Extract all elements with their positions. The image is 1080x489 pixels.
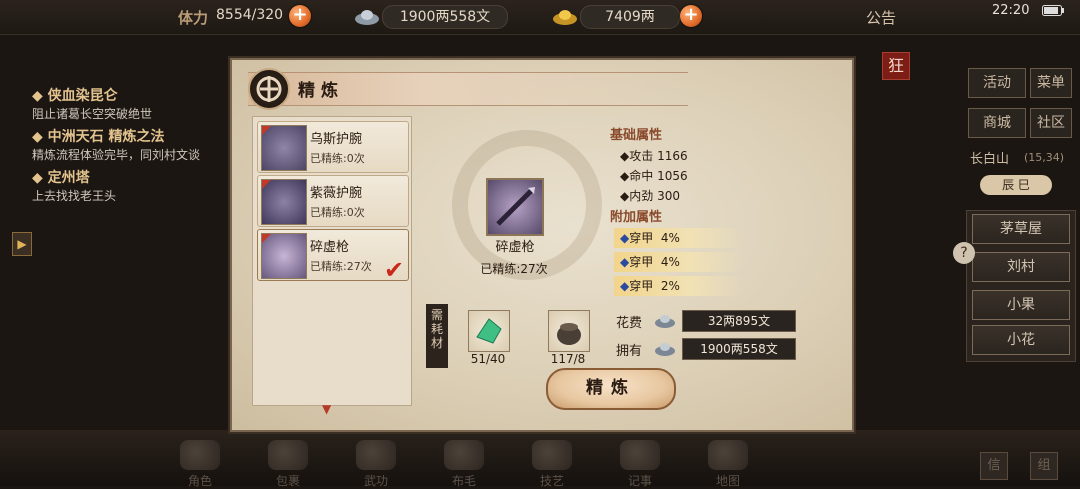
npc-item[interactable]: 刘村: [972, 252, 1070, 282]
quest-item[interactable]: ◆ 定州塔 上去找找老王头: [32, 168, 222, 205]
item-name: 紫薇护腕: [310, 186, 363, 201]
shop-button[interactable]: 商城: [968, 108, 1026, 138]
announcement-button[interactable]: 公告: [866, 7, 896, 28]
base-attr-row: ◆内劲 300: [620, 189, 680, 203]
letter-button[interactable]: 信: [980, 452, 1008, 480]
item-card[interactable]: 紫薇护腕 已精练:0次: [257, 175, 409, 227]
community-button[interactable]: 社区: [1030, 108, 1072, 138]
own-label: 拥有: [616, 344, 643, 359]
nav-craft[interactable]: 技艺: [522, 440, 582, 489]
silver-ingot-icon: [655, 343, 675, 356]
nav-bag[interactable]: 包裹: [258, 440, 318, 489]
base-attr-title: 基础属性: [610, 128, 663, 143]
item-card[interactable]: 乌斯护腕 已精练:0次: [257, 121, 409, 173]
nav-skills[interactable]: 武功: [346, 440, 406, 489]
gold-amount: 7409两: [580, 5, 680, 29]
material-count: 51/40: [470, 352, 506, 366]
npc-item[interactable]: 小果: [972, 290, 1070, 320]
extra-attr-title: 附加属性: [610, 210, 663, 225]
taiji-icon: [444, 440, 484, 470]
extra-attr-row: ◆穿甲 2%: [614, 276, 742, 296]
battery-icon: [1042, 5, 1064, 16]
nav-map[interactable]: 地图: [698, 440, 758, 489]
selected-item-refine-count: 已精练:27次: [480, 262, 548, 276]
quest-desc: 阻止诸葛长空突破绝世: [32, 107, 153, 121]
material-count: 117/8: [550, 352, 586, 366]
wrist-guard-icon: [261, 125, 307, 171]
quest-item[interactable]: ◆ 侠血染昆仑 阻止诸葛长空突破绝世: [32, 86, 222, 123]
quest-title: ◆ 侠血染昆仑: [32, 88, 118, 104]
material-tag: 需耗材: [426, 304, 448, 368]
own-value: 1900两558文: [682, 338, 796, 360]
extra-attr-row: ◆穿甲 4%: [614, 252, 742, 272]
quest-desc: 精炼流程体验完毕，同刘村文谈: [32, 148, 201, 162]
add-stamina-button[interactable]: +: [289, 5, 311, 27]
quest-item[interactable]: ◆ 中洲天石 精炼之法 精炼流程体验完毕，同刘村文谈: [32, 127, 222, 164]
top-bar: 体力 8554/320 + 1900两558文 7409两 + 公告 22:20: [0, 0, 1080, 35]
time-of-day: 辰 巳: [980, 175, 1052, 195]
stamina-label: 体力: [178, 9, 209, 27]
refine-emblem-icon: [248, 68, 290, 110]
base-attr-row: ◆命中 1056: [620, 169, 688, 183]
refine-dialog: 精炼 乌斯护腕 已精练:0次 紫薇护腕 已精练:0次 碎虚枪 已精练:27次 ✔…: [228, 56, 856, 434]
gold-ingot-icon: [553, 10, 577, 25]
team-button[interactable]: 组: [1030, 452, 1058, 480]
nav-role[interactable]: 角色: [170, 440, 230, 489]
item-refine-count: 已精练:0次: [310, 152, 365, 165]
nav-journal[interactable]: 记事: [610, 440, 670, 489]
clock: 22:20: [992, 3, 1030, 18]
journal-icon: [620, 440, 660, 470]
quest-title: ◆ 中洲天石 精炼之法: [32, 129, 165, 145]
selected-spear-icon: [486, 178, 544, 236]
green-jade-icon[interactable]: [468, 310, 510, 352]
extra-attr-list: ◆穿甲 4% ◆穿甲 4% ◆穿甲 2%: [614, 228, 742, 296]
silver-ingot-icon: [655, 315, 675, 328]
add-gold-button[interactable]: +: [680, 5, 702, 27]
item-name: 碎虚枪: [310, 240, 350, 255]
spear-icon: [261, 233, 307, 279]
help-icon[interactable]: ?: [953, 242, 975, 264]
wrist-guard-icon: [261, 179, 307, 225]
martial-icon: [356, 440, 396, 470]
extra-attr-row: ◆穿甲 4%: [614, 228, 742, 248]
item-card[interactable]: 碎虚枪 已精练:27次 ✔: [257, 229, 409, 284]
quest-desc: 上去找找老王头: [32, 189, 117, 203]
item-name: 乌斯护腕: [310, 132, 363, 147]
dialog-title: 精炼: [298, 81, 344, 101]
item-refine-count: 已精练:27次: [310, 260, 372, 273]
cost-value: 32两895文: [682, 310, 796, 332]
nav-bumao[interactable]: 布毛: [434, 440, 494, 489]
npc-item[interactable]: 小花: [972, 325, 1070, 355]
map-icon: [708, 440, 748, 470]
menu-button[interactable]: 菜单: [1030, 68, 1072, 98]
bottom-nav: 角色 包裹 武功 布毛 技艺 记事 地图: [170, 440, 758, 489]
silver-ingot-icon: [355, 10, 379, 25]
activity-button[interactable]: 活动: [968, 68, 1026, 98]
role-icon: [180, 440, 220, 470]
npc-item[interactable]: 茅草屋: [972, 214, 1070, 244]
selected-item-name: 碎虚枪: [495, 240, 535, 255]
silver-amount: 1900两558文: [382, 5, 508, 29]
location-name: 长白山: [970, 152, 1010, 167]
refine-button[interactable]: 精炼: [546, 368, 676, 410]
quest-title: ◆ 定州塔: [32, 170, 90, 186]
item-refine-count: 已精练:0次: [310, 206, 365, 219]
base-attr-row: ◆攻击 1166: [620, 149, 688, 163]
item-list: 乌斯护腕 已精练:0次 紫薇护腕 已精练:0次 碎虚枪 已精练:27次 ✔: [252, 116, 412, 406]
teapot-icon: [532, 440, 572, 470]
cost-label: 花费: [616, 316, 643, 331]
stamina-value: 8554/320: [216, 7, 284, 23]
quest-list: ◆ 侠血染昆仑 阻止诸葛长空突破绝世 ◆ 中洲天石 精炼之法 精炼流程体验完毕，…: [32, 86, 222, 209]
collapse-quest-toggle[interactable]: ▶: [12, 232, 32, 256]
location-coords: (15,34): [1024, 151, 1065, 164]
stone-pot-icon[interactable]: [548, 310, 590, 352]
scroll-down-indicator[interactable]: ▼: [322, 402, 331, 416]
selected-check-icon: ✔: [384, 256, 405, 284]
bag-icon: [268, 440, 308, 470]
base-attr-list: ◆攻击 1166 ◆命中 1056 ◆内劲 300: [620, 146, 688, 206]
close-button[interactable]: 狂: [882, 52, 910, 80]
